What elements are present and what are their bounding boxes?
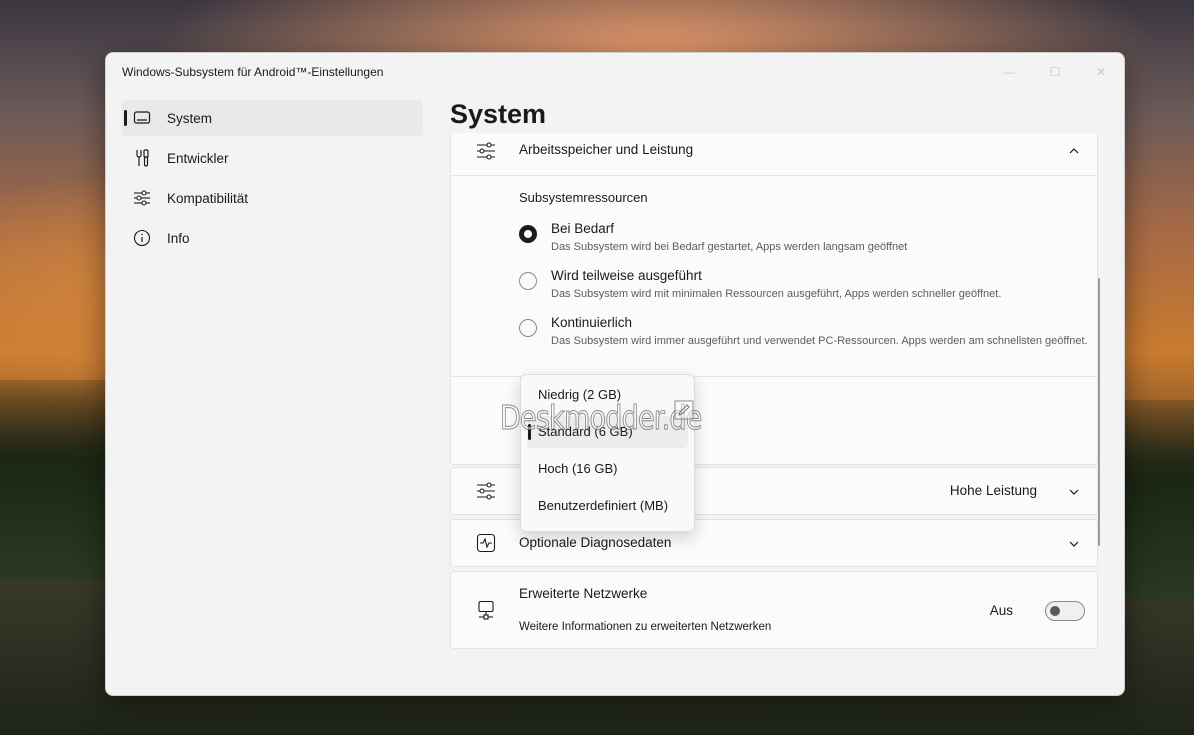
close-button[interactable]: ✕ [1078, 61, 1124, 83]
subsystem-resources-title: Subsystemressourcen [519, 190, 648, 205]
title-bar[interactable]: Windows-Subsystem für Android™-Einstellu… [106, 53, 1124, 91]
sidebar-item-developer[interactable]: Entwickler [122, 140, 423, 176]
option-title: Wird teilweise ausgeführt [551, 268, 702, 283]
option-description: Das Subsystem wird mit minimalen Ressour… [551, 288, 1002, 300]
memory-performance-label: Arbeitsspeicher und Leistung [519, 142, 694, 157]
divider [451, 175, 1097, 176]
option-description: Das Subsystem wird bei Bedarf gestartet,… [551, 241, 908, 253]
graphics-value: Hohe Leistung [949, 483, 1037, 498]
sidebar-item-system[interactable]: System [122, 100, 423, 136]
watermark: Deskmodder.de [500, 398, 703, 438]
advanced-networking-card: Erweiterte Netzwerke Weitere Information… [450, 571, 1098, 649]
sidebar-item-label: Entwickler [167, 150, 229, 166]
memory-performance-header[interactable]: Arbeitsspeicher und Leistung [451, 133, 1097, 174]
option-description: Das Subsystem wird immer ausgeführt und … [551, 335, 1088, 347]
background-trees-left [0, 380, 110, 580]
background-trees-right [1119, 400, 1194, 600]
developer-tools-icon [132, 148, 152, 168]
radio-continuous[interactable] [519, 319, 537, 337]
advanced-networking-link[interactable]: Weitere Informationen zu erweiterten Net… [519, 621, 771, 633]
window-title: Windows-Subsystem für Android™-Einstellu… [122, 65, 384, 79]
sidebar-item-label: Info [167, 230, 190, 246]
diagnostics-label: Optionale Diagnosedaten [519, 535, 672, 550]
activity-icon [475, 532, 497, 554]
option-label: Hoch (16 GB) [538, 461, 618, 476]
active-indicator [124, 110, 127, 126]
chevron-down-icon[interactable] [1067, 485, 1081, 499]
laptop-icon [132, 108, 152, 128]
sidebar-item-compatibility[interactable]: Kompatibilität [122, 180, 423, 216]
pencil-icon [674, 400, 694, 420]
chevron-up-icon[interactable] [1067, 144, 1081, 158]
sliders-icon [475, 480, 497, 502]
dropdown-option[interactable]: Hoch (16 GB) [527, 453, 688, 485]
minimize-button[interactable]: — [986, 61, 1032, 83]
sidebar-item-info[interactable]: Info [122, 220, 423, 256]
radio-partially-running[interactable] [519, 272, 537, 290]
advanced-networking-toggle[interactable] [1045, 601, 1085, 621]
info-icon [132, 228, 152, 248]
toggle-knob [1050, 606, 1060, 616]
sliders-icon [475, 140, 497, 162]
option-title: Bei Bedarf [551, 221, 615, 236]
option-label: Benutzerdefiniert (MB) [538, 498, 669, 513]
toggle-state-label: Aus [989, 603, 1013, 618]
radio-on-demand[interactable] [519, 225, 537, 243]
dropdown-option[interactable]: Benutzerdefiniert (MB) [527, 490, 688, 522]
sliders-icon [132, 188, 152, 208]
settings-window: Windows-Subsystem für Android™-Einstellu… [105, 52, 1125, 696]
chevron-down-icon[interactable] [1067, 537, 1081, 551]
sidebar-item-label: System [167, 110, 213, 126]
network-icon [475, 599, 497, 621]
page-title: System [450, 99, 547, 129]
advanced-networking-label: Erweiterte Netzwerke [519, 586, 648, 601]
sidebar-nav: System Entwickler Kompatibilität Info [122, 100, 423, 260]
scrollbar[interactable] [1098, 278, 1100, 546]
option-title: Kontinuierlich [551, 315, 633, 330]
maximize-button[interactable]: ☐ [1032, 61, 1078, 83]
sidebar-item-label: Kompatibilität [167, 190, 249, 206]
